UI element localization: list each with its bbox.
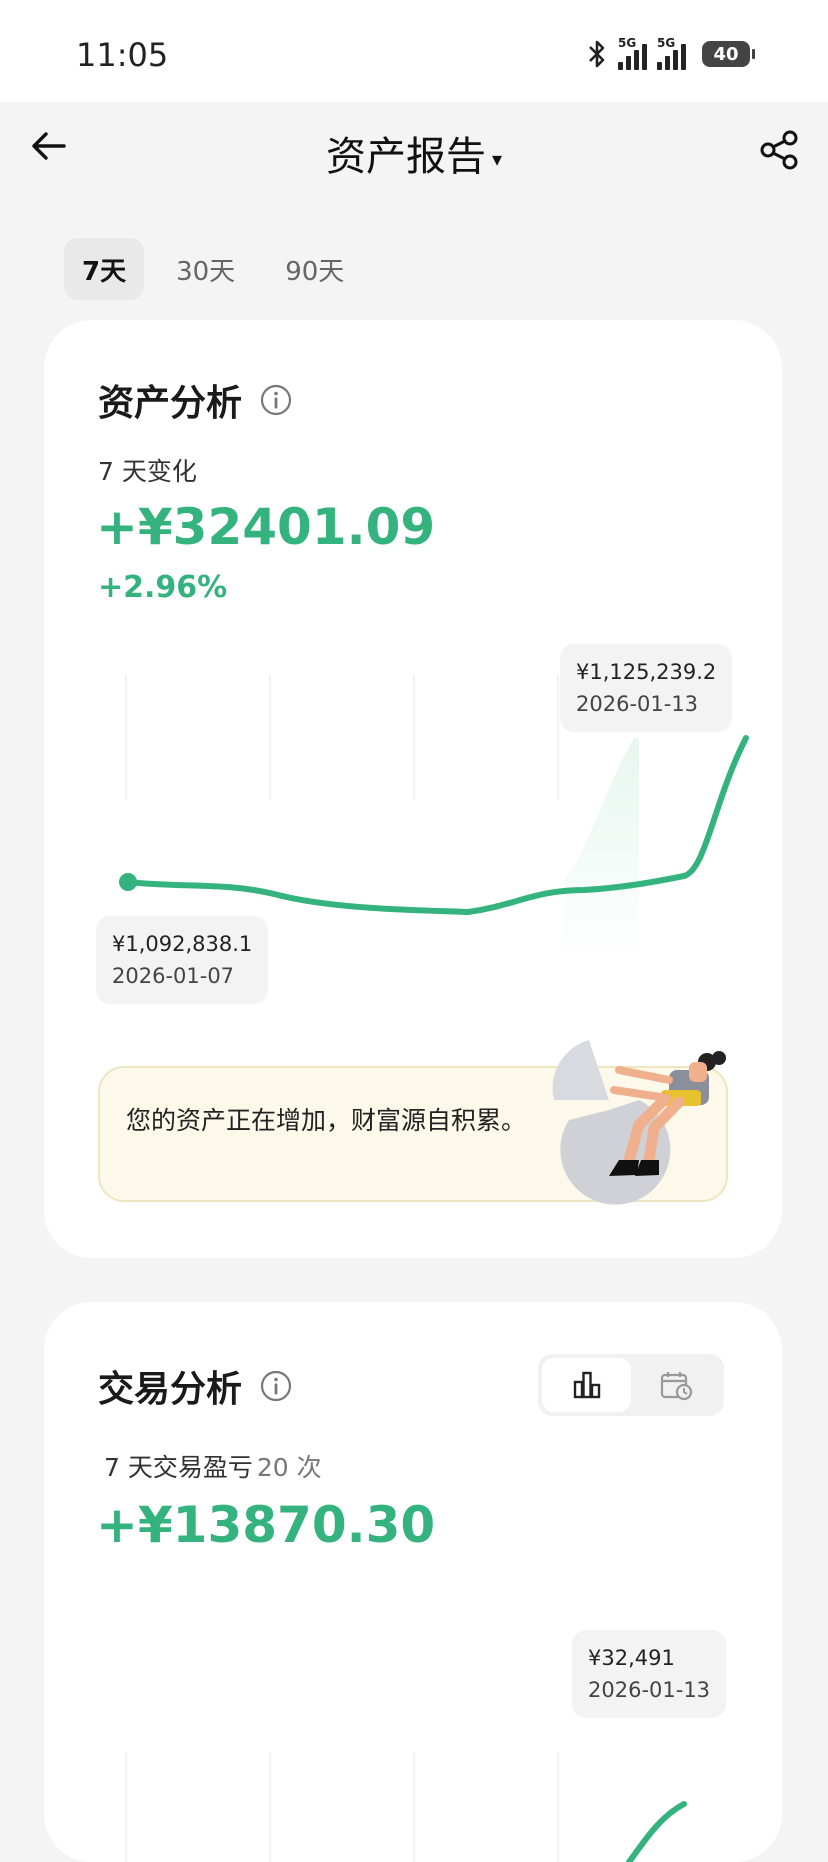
end-point-date: 2026-01-13 (576, 692, 699, 716)
start-point-marker (119, 873, 137, 891)
page-title-dropdown[interactable]: 资产报告 ▾ (0, 124, 828, 182)
start-point-tooltip: ¥1,092,838.1 2026-01-07 (96, 916, 269, 1004)
tab-7-days[interactable]: 7天 (64, 238, 145, 300)
range-tabs: 7天 30天 90天 (64, 238, 362, 300)
trade-trend-line (626, 1801, 687, 1862)
nav-bar: 资产报告 ▾ (0, 102, 828, 200)
bluetooth-icon (589, 40, 605, 68)
trade-trend-chart (125, 1752, 687, 1862)
asset-trend-line (125, 735, 749, 916)
battery-level: 40 (713, 43, 739, 65)
end-point-value: ¥1,125,239.2 (576, 660, 717, 684)
share-icon (760, 130, 798, 170)
signal-icon: 5G (618, 36, 647, 70)
tab-30-days[interactable]: 30天 (158, 238, 253, 300)
start-point-value: ¥1,092,838.1 (112, 932, 253, 956)
tab-90-days[interactable]: 90天 (267, 238, 362, 300)
signal-icon: 5G (657, 36, 686, 70)
start-point-date: 2026-01-07 (112, 964, 235, 988)
caret-down-icon: ▾ (491, 147, 503, 171)
trade-analysis-card: 交易分析 7 天交易盈亏 20 次 +¥13870.30 ¥32,491 202… (44, 1302, 782, 1862)
chart-area-fill (564, 738, 639, 960)
page-title: 资产报告 (325, 134, 486, 180)
person-with-pie-chart-illustration (552, 1040, 726, 1205)
status-icons: 5G 5G 40 (586, 36, 755, 70)
network-type-label: 5G (657, 36, 676, 50)
end-point-tooltip: ¥1,125,239.2 2026-01-13 (560, 644, 733, 732)
network-type-label: 5G (618, 36, 637, 50)
status-time: 11:05 (76, 36, 169, 74)
insight-text: 您的资产正在增加，财富源自积累。 (126, 1106, 527, 1135)
status-bar: 11:05 5G 5G 40 (0, 0, 828, 102)
battery-icon: 40 (702, 41, 755, 67)
share-button[interactable] (758, 128, 802, 172)
asset-analysis-card: 资产分析 7 天变化 +¥32401.09 +2.96% ¥1,125,239.… (44, 320, 782, 1258)
